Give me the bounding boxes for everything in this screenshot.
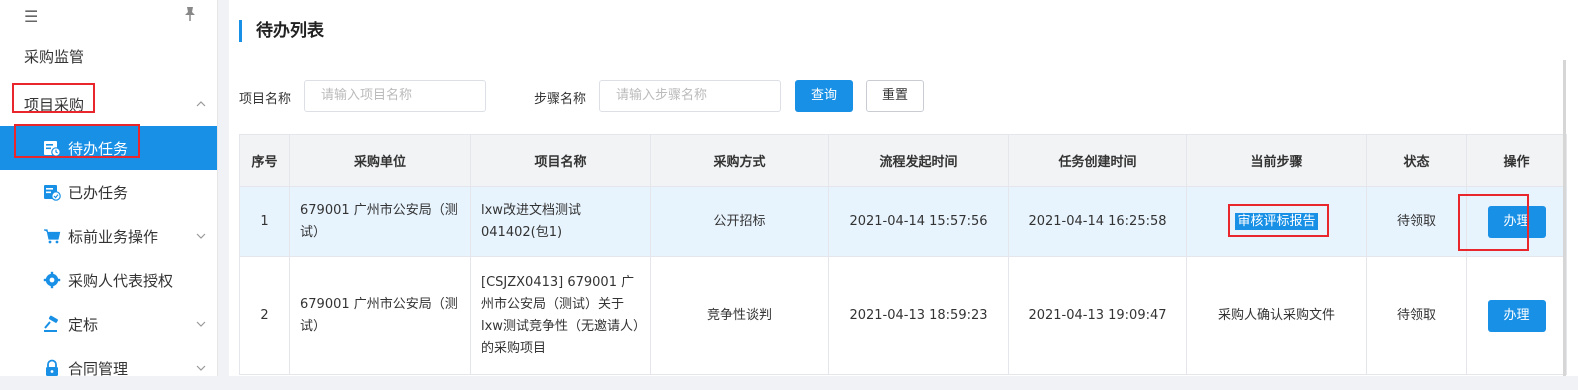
- cell-step: 采购人确认采购文件: [1186, 256, 1367, 375]
- col-header-step: 当前步骤: [1186, 134, 1367, 187]
- chevron-down-icon: [196, 365, 206, 371]
- handle-button[interactable]: 办理: [1487, 299, 1546, 332]
- table-row[interactable]: 1 679001 广州市公安局（测试） lxw改进文档测试041402(包1) …: [239, 186, 1567, 257]
- sidebar-item-label: 已办任务: [68, 183, 129, 202]
- page-title: 待办列表: [239, 20, 324, 42]
- sidebar-item-buyer-rep-authorization[interactable]: 采购人代表授权: [0, 258, 217, 302]
- chevron-up-icon: [196, 101, 206, 107]
- sidebar: ☰ 采购监管 项目采购 待办任务 已办任务 标前业务操作 采购人代表授权 定标 …: [0, 0, 218, 378]
- col-header-method: 采购方式: [650, 134, 829, 187]
- gear-icon: [42, 270, 62, 290]
- sidebar-item-contract-management[interactable]: 合同管理: [0, 346, 217, 390]
- reset-button[interactable]: 重置: [866, 80, 924, 112]
- sidebar-item-label: 采购监管: [24, 47, 85, 66]
- cell-project: lxw改进文档测试041402(包1): [470, 186, 651, 257]
- sidebar-item-label: 合同管理: [68, 359, 129, 378]
- lock-icon: [42, 358, 62, 378]
- query-button[interactable]: 查询: [795, 80, 853, 112]
- cell-method: 竞争性谈判: [650, 256, 829, 375]
- col-header-create-time: 任务创建时间: [1008, 134, 1187, 187]
- cell-start-time: 2021-04-14 15:57:56: [828, 186, 1009, 257]
- cell-action: 办理: [1466, 256, 1567, 375]
- sidebar-item-procurement-supervision[interactable]: 采购监管: [0, 30, 217, 82]
- sidebar-item-completed-tasks[interactable]: 已办任务: [0, 170, 217, 214]
- table-row[interactable]: 2 679001 广州市公安局（测试） [CSJZX0413] 679001 广…: [239, 256, 1567, 375]
- table-header-row: 序号 采购单位 项目名称 采购方式 流程发起时间 任务创建时间 当前步骤 状态 …: [239, 134, 1567, 187]
- sidebar-item-label: 标前业务操作: [68, 227, 159, 246]
- step-name-label: 步骤名称: [534, 92, 587, 107]
- sidebar-item-label: 定标: [68, 315, 99, 334]
- cell-index: 2: [239, 256, 290, 375]
- cell-method: 公开招标: [650, 186, 829, 257]
- step-name-input[interactable]: 请输入步骤名称: [599, 80, 781, 112]
- chevron-down-icon: [196, 321, 206, 327]
- sidebar-top: ☰: [0, 0, 217, 30]
- chevron-down-icon: [196, 233, 206, 239]
- project-name-label: 项目名称: [239, 92, 292, 107]
- scrollbar[interactable]: [1563, 60, 1566, 376]
- sidebar-item-award[interactable]: 定标: [0, 302, 217, 346]
- col-header-start-time: 流程发起时间: [828, 134, 1009, 187]
- cell-unit: 679001 广州市公安局（测试）: [289, 186, 471, 257]
- menu-icon[interactable]: ☰: [24, 7, 38, 26]
- col-header-unit: 采购单位: [289, 134, 471, 187]
- sidebar-item-label: 采购人代表授权: [68, 271, 174, 290]
- gavel-icon: [42, 314, 62, 334]
- sidebar-item-pre-bid-operations[interactable]: 标前业务操作: [0, 214, 217, 258]
- highlight-box: [1458, 194, 1529, 251]
- cell-start-time: 2021-04-13 18:59:23: [828, 256, 1009, 375]
- task-done-icon: [42, 182, 62, 202]
- col-header-status: 状态: [1366, 134, 1467, 187]
- cell-project: [CSJZX0413] 679001 广州市公安局（测试）关于lxw测试竞争性（…: [470, 256, 651, 375]
- col-header-index: 序号: [239, 134, 290, 187]
- cart-icon: [42, 226, 62, 246]
- col-header-project: 项目名称: [470, 134, 651, 187]
- main-panel: 待办列表 项目名称 请输入项目名称 步骤名称 请输入步骤名称 查询 重置 序号 …: [229, 0, 1578, 376]
- search-bar: 项目名称 请输入项目名称 步骤名称 请输入步骤名称 查询 重置: [229, 80, 1578, 112]
- highlight-box: [14, 124, 140, 158]
- cell-status: 待领取: [1366, 186, 1467, 257]
- cell-unit: 679001 广州市公安局（测试）: [289, 256, 471, 375]
- task-table: 序号 采购单位 项目名称 采购方式 流程发起时间 任务创建时间 当前步骤 状态 …: [239, 134, 1567, 375]
- project-name-input[interactable]: 请输入项目名称: [304, 80, 486, 112]
- cell-create-time: 2021-04-13 19:09:47: [1008, 256, 1187, 375]
- cell-status: 待领取: [1366, 256, 1467, 375]
- highlight-box: [12, 83, 95, 113]
- highlight-box: [1228, 204, 1329, 237]
- cell-create-time: 2021-04-14 16:25:58: [1008, 186, 1187, 257]
- pin-icon[interactable]: [183, 6, 197, 22]
- cell-index: 1: [239, 186, 290, 257]
- col-header-action: 操作: [1466, 134, 1567, 187]
